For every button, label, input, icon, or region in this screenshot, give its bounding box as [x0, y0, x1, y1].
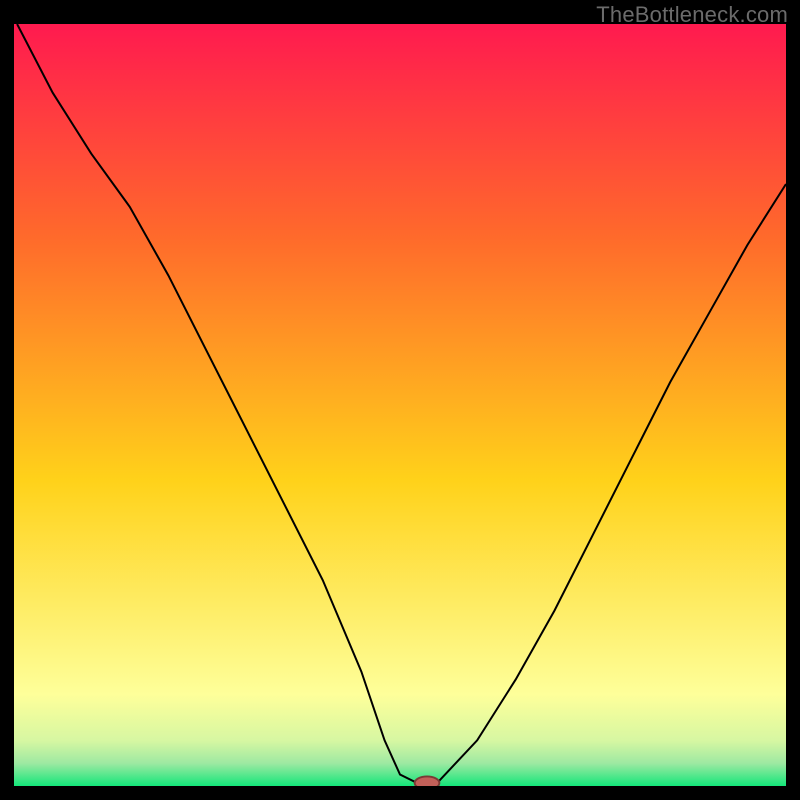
optimal-point-marker: [415, 776, 440, 786]
bottleneck-chart: [14, 24, 786, 786]
watermark-text: TheBottleneck.com: [596, 2, 788, 28]
gradient-background: [14, 24, 786, 786]
chart-frame: TheBottleneck.com: [0, 0, 800, 800]
plot-area: [14, 24, 786, 786]
